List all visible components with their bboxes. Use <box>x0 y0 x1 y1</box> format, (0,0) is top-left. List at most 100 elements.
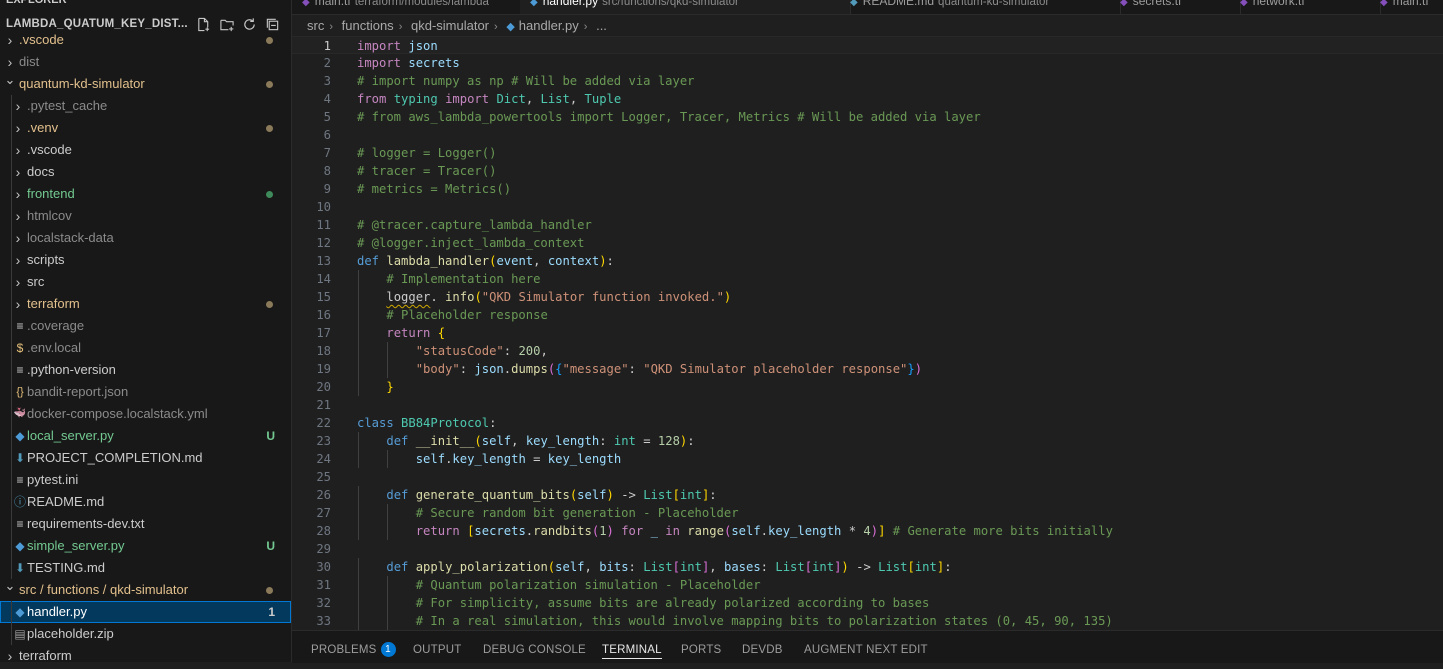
code-line[interactable]: 25 <box>292 468 1443 486</box>
tree-file[interactable]: ≡ pytest.ini <box>0 469 291 491</box>
breadcrumb-symbol[interactable]: ... <box>596 18 607 33</box>
panel-tab-devdb[interactable]: DEVDB <box>742 631 783 663</box>
code-line[interactable]: 4 from typing import Dict, List, Tuple <box>292 90 1443 108</box>
tree-file[interactable]: ≡ requirements-dev.txt <box>0 513 291 535</box>
panel-tab-problems[interactable]: PROBLEMS 1 <box>311 631 396 663</box>
code-line[interactable]: 9 # metrics = Metrics() <box>292 180 1443 198</box>
chevron-right-icon[interactable]: › <box>4 645 16 662</box>
code-token: in <box>665 524 680 538</box>
code-line[interactable]: 32 # For simplicity, assume bits are alr… <box>292 594 1443 612</box>
code-line[interactable]: 30 def apply_polarization(self, bits: Li… <box>292 558 1443 576</box>
code-line[interactable]: 16 # Placeholder response <box>292 306 1443 324</box>
code-line[interactable]: 6 <box>292 126 1443 144</box>
code-line[interactable]: 17 return { <box>292 324 1443 342</box>
chevron-right-icon[interactable]: › <box>12 293 24 315</box>
tree-file[interactable]: ◆ handler.py 1 <box>0 601 291 623</box>
tree-item-label: terraform <box>19 648 72 662</box>
code-token: return <box>386 326 431 340</box>
tree-file[interactable]: ◆ simple_server.py U <box>0 535 291 557</box>
tree-file[interactable]: ≡ .python-version <box>0 359 291 381</box>
chevron-right-icon[interactable]: › <box>12 205 24 227</box>
code-line[interactable]: 26 def generate_quantum_bits(self) -> Li… <box>292 486 1443 504</box>
editor-tab[interactable]: ◆ secrets.tf <box>1110 0 1241 14</box>
chevron-down-icon[interactable]: ⌄ <box>4 69 16 91</box>
tree-folder[interactable]: › terraform <box>0 645 291 662</box>
breadcrumb-qkd-simulator[interactable]: qkd-simulator <box>411 18 489 33</box>
tree-folder[interactable]: › dist <box>0 51 291 73</box>
tree-file[interactable]: ⬇ PROJECT_COMPLETION.md <box>0 447 291 469</box>
chevron-right-icon[interactable]: › <box>12 249 24 271</box>
code-line[interactable]: 2 import secrets <box>292 54 1443 72</box>
code-line[interactable]: 27 # Secure random bit generation - Plac… <box>292 504 1443 522</box>
panel-tab-augment-next-edit[interactable]: AUGMENT NEXT EDIT <box>804 631 928 663</box>
code-line[interactable]: 11 # @tracer.capture_lambda_handler <box>292 216 1443 234</box>
panel-tab-terminal[interactable]: TERMINAL <box>602 631 662 663</box>
code-line[interactable]: 8 # tracer = Tracer() <box>292 162 1443 180</box>
chevron-right-icon[interactable]: › <box>12 139 24 161</box>
code-line[interactable]: 3 # import numpy as np # Will be added vi… <box>292 72 1443 90</box>
code-line[interactable]: 10 <box>292 198 1443 216</box>
tree-file[interactable]: 🐳 docker-compose.localstack.yml <box>0 403 291 425</box>
code-line[interactable]: 22 class BB84Protocol: <box>292 414 1443 432</box>
tree-folder[interactable]: › scripts <box>0 249 291 271</box>
chevron-down-icon[interactable]: ⌄ <box>4 575 16 597</box>
code-line[interactable]: 33 # In a real simulation, this would in… <box>292 612 1443 630</box>
tree-folder[interactable]: ⌄ quantum-kd-simulator <box>0 72 291 95</box>
code-line[interactable]: 13 def lambda_handler(event, context): <box>292 252 1443 270</box>
editor-tab[interactable]: ◆ main.tf terraform/modules/lambda <box>292 0 531 14</box>
tree-file[interactable]: ◆ local_server.py U <box>0 425 291 447</box>
code-text: # Placeholder response <box>357 306 547 324</box>
breadcrumb-file[interactable]: handler.py <box>519 18 579 33</box>
tree-folder[interactable]: › localstack-data <box>0 227 291 249</box>
chevron-right-icon[interactable]: › <box>4 29 16 51</box>
editor-tab[interactable]: ◆ handler.py src/functions/qkd-simulator <box>520 0 851 14</box>
code-line[interactable]: 15 logger. info("QKD Simulator function … <box>292 288 1443 306</box>
editor-tab[interactable]: ◆ README.md quantum-kd-simulator <box>840 0 1121 14</box>
tree-folder[interactable]: › .vscode <box>0 29 291 51</box>
chevron-right-icon[interactable]: › <box>12 161 24 183</box>
chevron-right-icon[interactable]: › <box>12 227 24 249</box>
code-line[interactable]: 12 # @logger.inject_lambda_context <box>292 234 1443 252</box>
tree-file[interactable]: ⬇ TESTING.md <box>0 557 291 579</box>
chevron-right-icon[interactable]: › <box>12 95 24 117</box>
chevron-right-icon[interactable]: › <box>12 117 24 139</box>
file-type-icon: ◆ <box>1380 0 1388 8</box>
code-line[interactable]: 7 # logger = Logger() <box>292 144 1443 162</box>
code-editor[interactable]: 1 import json 2 import secrets 3 # import num… <box>292 36 1443 630</box>
editor-tab[interactable]: ◆ network.tf <box>1230 0 1381 14</box>
code-line[interactable]: 24 self.key_length = key_length <box>292 450 1443 468</box>
code-line[interactable]: 31 # Quantum polarization simulation - P… <box>292 576 1443 594</box>
tree-folder[interactable]: › terraform <box>0 293 291 315</box>
tree-folder[interactable]: › .vscode <box>0 139 291 161</box>
tree-file[interactable]: ▤ placeholder.zip <box>0 623 291 645</box>
chevron-right-icon[interactable]: › <box>12 271 24 293</box>
tree-folder[interactable]: › .venv <box>0 117 291 139</box>
tree-folder[interactable]: ⌄ src / functions / qkd-simulator <box>0 578 291 601</box>
code-line[interactable]: 21 <box>292 396 1443 414</box>
code-line[interactable]: 14 # Implementation here <box>292 270 1443 288</box>
code-line[interactable]: 5 # from aws_lambda_powertools import Log… <box>292 108 1443 126</box>
tree-folder[interactable]: › src <box>0 271 291 293</box>
breadcrumb-src[interactable]: src <box>307 18 324 33</box>
editor-tab[interactable]: ◆ main.tf <box>1370 0 1443 14</box>
tree-file[interactable]: $ .env.local <box>0 337 291 359</box>
code-line[interactable]: 18 "statusCode": 200, <box>292 342 1443 360</box>
tree-file[interactable]: {} bandit-report.json <box>0 381 291 403</box>
code-line[interactable]: 20 } <box>292 378 1443 396</box>
panel-tab-ports[interactable]: PORTS <box>681 631 721 663</box>
tree-folder[interactable]: › docs <box>0 161 291 183</box>
breadcrumb-functions[interactable]: functions <box>342 18 394 33</box>
panel-tab-output[interactable]: OUTPUT <box>413 631 461 663</box>
tree-file[interactable]: ≡ .coverage <box>0 315 291 337</box>
chevron-right-icon[interactable]: › <box>12 183 24 205</box>
code-line[interactable]: 19 "body": json.dumps({"message": "QKD S… <box>292 360 1443 378</box>
tree-folder[interactable]: › frontend <box>0 183 291 205</box>
panel-tab-debug-console[interactable]: DEBUG CONSOLE <box>483 631 586 663</box>
code-line[interactable]: 29 <box>292 540 1443 558</box>
code-line[interactable]: 23 def __init__(self, key_length: int = … <box>292 432 1443 450</box>
code-line[interactable]: 28 return [secrets.randbits(1) for _ in … <box>292 522 1443 540</box>
tree-folder[interactable]: › .pytest_cache <box>0 95 291 117</box>
tree-file[interactable]: ⓘ README.md <box>0 491 291 513</box>
tree-folder[interactable]: › htmlcov <box>0 205 291 227</box>
code-line[interactable]: 1 import json <box>292 36 1443 54</box>
